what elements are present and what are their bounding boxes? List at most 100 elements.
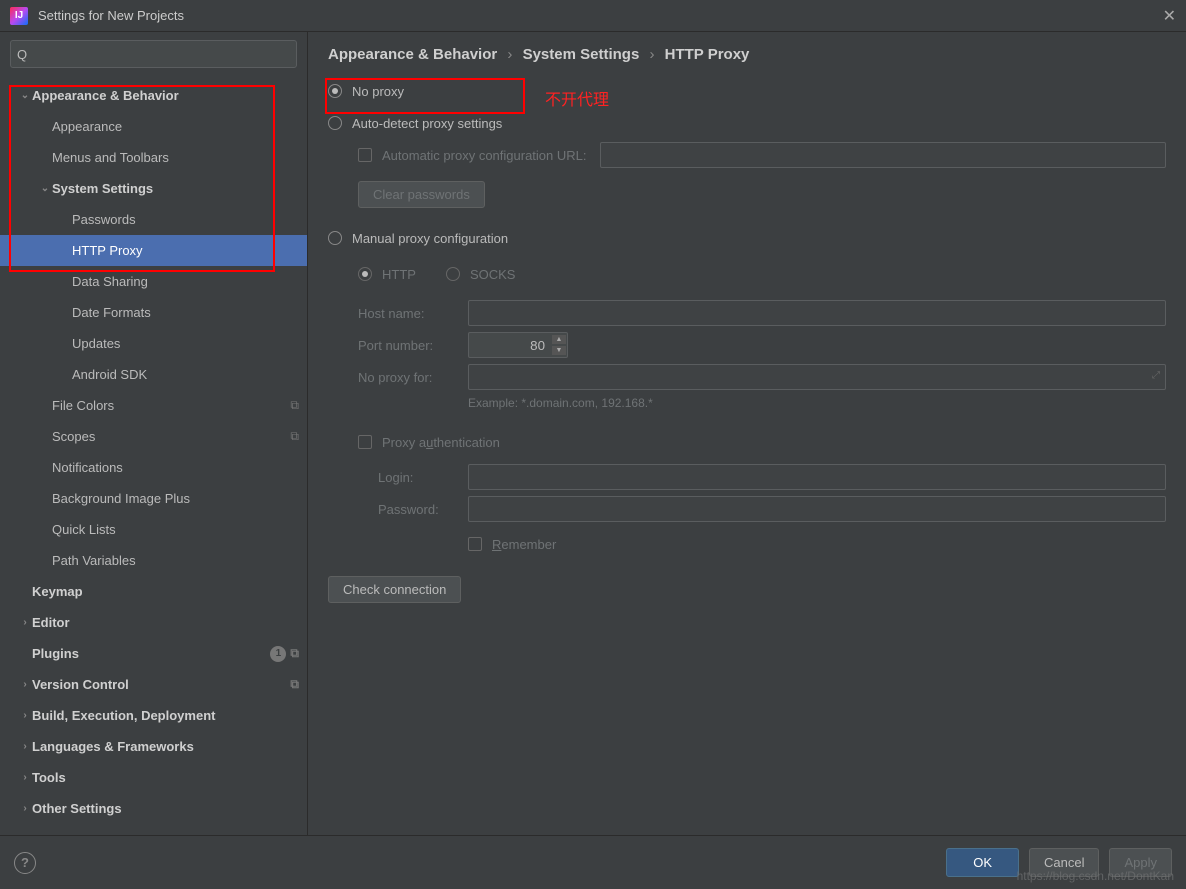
sidebar-item[interactable]: Passwords (0, 204, 307, 235)
remember-label: Remember (492, 537, 556, 552)
sidebar-item[interactable]: ›Build, Execution, Deployment (0, 700, 307, 731)
sidebar-item[interactable]: Keymap (0, 576, 307, 607)
chevron-right-icon: › (649, 46, 654, 63)
auth-label: Proxy authentication (382, 435, 500, 450)
sidebar-item-label: System Settings (52, 181, 299, 196)
host-label: Host name: (358, 306, 468, 321)
sidebar-item-label: Path Variables (52, 553, 299, 568)
chevron-down-icon: ⌄ (18, 90, 32, 101)
sidebar-item[interactable]: Quick Lists (0, 514, 307, 545)
password-input (468, 496, 1166, 522)
sidebar-item[interactable]: Background Image Plus (0, 483, 307, 514)
noproxyfor-input (468, 364, 1166, 390)
content-pane: Appearance & Behavior › System Settings … (308, 32, 1186, 835)
chevron-right-icon: › (18, 617, 32, 628)
sidebar-item[interactable]: Date Formats (0, 297, 307, 328)
sidebar-item-label: Languages & Frameworks (32, 739, 299, 754)
sidebar-item[interactable]: Updates (0, 328, 307, 359)
sidebar-item[interactable]: Data Sharing (0, 266, 307, 297)
sidebar-item-label: Other Settings (32, 801, 299, 816)
sidebar-item-label: Quick Lists (52, 522, 299, 537)
noproxyfor-hint: Example: *.domain.com, 192.168.* (468, 396, 1166, 410)
sidebar-item-label: Appearance & Behavior (32, 88, 299, 103)
check-remember: Remember (328, 528, 1166, 560)
checkbox-icon (468, 537, 482, 551)
copy-icon: ⧉ (290, 646, 299, 661)
sidebar-item[interactable]: Plugins1 ⧉ (0, 638, 307, 669)
sidebar-item[interactable]: Scopes⧉ (0, 421, 307, 452)
sidebar-item-label: Passwords (72, 212, 299, 227)
checkbox-icon (358, 435, 372, 449)
sidebar-item-label: Tools (32, 770, 299, 785)
sidebar-item-label: Keymap (32, 584, 299, 599)
radio-manual[interactable]: Manual proxy configuration (328, 222, 1166, 254)
sidebar-item-label: Appearance (52, 119, 299, 134)
badge: 1 (270, 646, 286, 662)
breadcrumb-b[interactable]: System Settings (523, 46, 640, 63)
check-auto-url: Automatic proxy configuration URL: (328, 139, 1166, 171)
sidebar-item-label: Build, Execution, Deployment (32, 708, 299, 723)
copy-icon: ⧉ (290, 398, 299, 413)
radio-icon (328, 231, 342, 245)
sidebar-item-label: Editor (32, 615, 299, 630)
chevron-right-icon: › (18, 803, 32, 814)
sidebar-item[interactable]: ›Other Settings (0, 793, 307, 824)
watermark: https://blog.csdn.net/DontKan (1017, 869, 1174, 883)
sidebar-item-label: Background Image Plus (52, 491, 299, 506)
annotation-text: 不开代理 (545, 86, 609, 110)
port-label: Port number: (358, 338, 468, 353)
footer: ? OK Cancel Apply (0, 835, 1186, 889)
login-input (468, 464, 1166, 490)
chevron-right-icon: › (507, 46, 512, 63)
sidebar-item-label: Version Control (32, 677, 290, 692)
titlebar: IJ Settings for New Projects ✕ (0, 0, 1186, 32)
sidebar-item[interactable]: Menus and Toolbars (0, 142, 307, 173)
chevron-down-icon: ⌄ (38, 183, 52, 194)
sidebar-item[interactable]: ›Editor (0, 607, 307, 638)
radio-no-proxy[interactable]: No proxy (328, 75, 1166, 107)
chevron-right-icon: › (18, 679, 32, 690)
noproxyfor-label: No proxy for: (358, 370, 468, 385)
sidebar-item[interactable]: Path Variables (0, 545, 307, 576)
host-input (468, 300, 1166, 326)
app-logo-icon: IJ (10, 7, 28, 25)
settings-tree: ⌄Appearance & BehaviorAppearanceMenus an… (0, 76, 307, 835)
sidebar-item-label: File Colors (52, 398, 290, 413)
sidebar-item[interactable]: ›Version Control⧉ (0, 669, 307, 700)
sidebar-item-label: HTTP Proxy (72, 243, 299, 258)
radio-socks: SOCKS (446, 258, 516, 290)
help-icon[interactable]: ? (14, 852, 36, 874)
check-connection-button[interactable]: Check connection (328, 576, 461, 603)
sidebar-item[interactable]: ›Tools (0, 762, 307, 793)
sidebar-item-label: Scopes (52, 429, 290, 444)
login-label: Login: (378, 470, 468, 485)
search-input[interactable] (10, 40, 297, 68)
chevron-right-icon: › (18, 710, 32, 721)
sidebar-item[interactable]: ›Languages & Frameworks (0, 731, 307, 762)
sidebar-item[interactable]: Appearance (0, 111, 307, 142)
sidebar-item[interactable]: File Colors⧉ (0, 390, 307, 421)
sidebar-item[interactable]: Android SDK (0, 359, 307, 390)
clear-passwords-button: Clear passwords (358, 181, 485, 208)
sidebar-item-label: Android SDK (72, 367, 299, 382)
chevron-right-icon: › (18, 772, 32, 783)
sidebar-item-label: Data Sharing (72, 274, 299, 289)
radio-icon (358, 267, 372, 281)
sidebar-item[interactable]: ⌄Appearance & Behavior (0, 80, 307, 111)
breadcrumb-a[interactable]: Appearance & Behavior (328, 46, 497, 63)
window-title: Settings for New Projects (38, 8, 184, 23)
radio-auto-detect[interactable]: Auto-detect proxy settings (328, 107, 1166, 139)
sidebar-item-label: Date Formats (72, 305, 299, 320)
sidebar-item[interactable]: ⌄System Settings (0, 173, 307, 204)
sidebar-item-label: Plugins (32, 646, 270, 661)
checkbox-icon (358, 148, 372, 162)
ok-button[interactable]: OK (946, 848, 1019, 877)
close-icon[interactable]: ✕ (1163, 6, 1176, 26)
radio-icon (328, 116, 342, 130)
sidebar-item[interactable]: Notifications (0, 452, 307, 483)
copy-icon: ⧉ (290, 677, 299, 692)
sidebar-item[interactable]: HTTP Proxy (0, 235, 307, 266)
chevron-right-icon: › (18, 741, 32, 752)
copy-icon: ⧉ (290, 429, 299, 444)
breadcrumb-c: HTTP Proxy (665, 46, 750, 63)
